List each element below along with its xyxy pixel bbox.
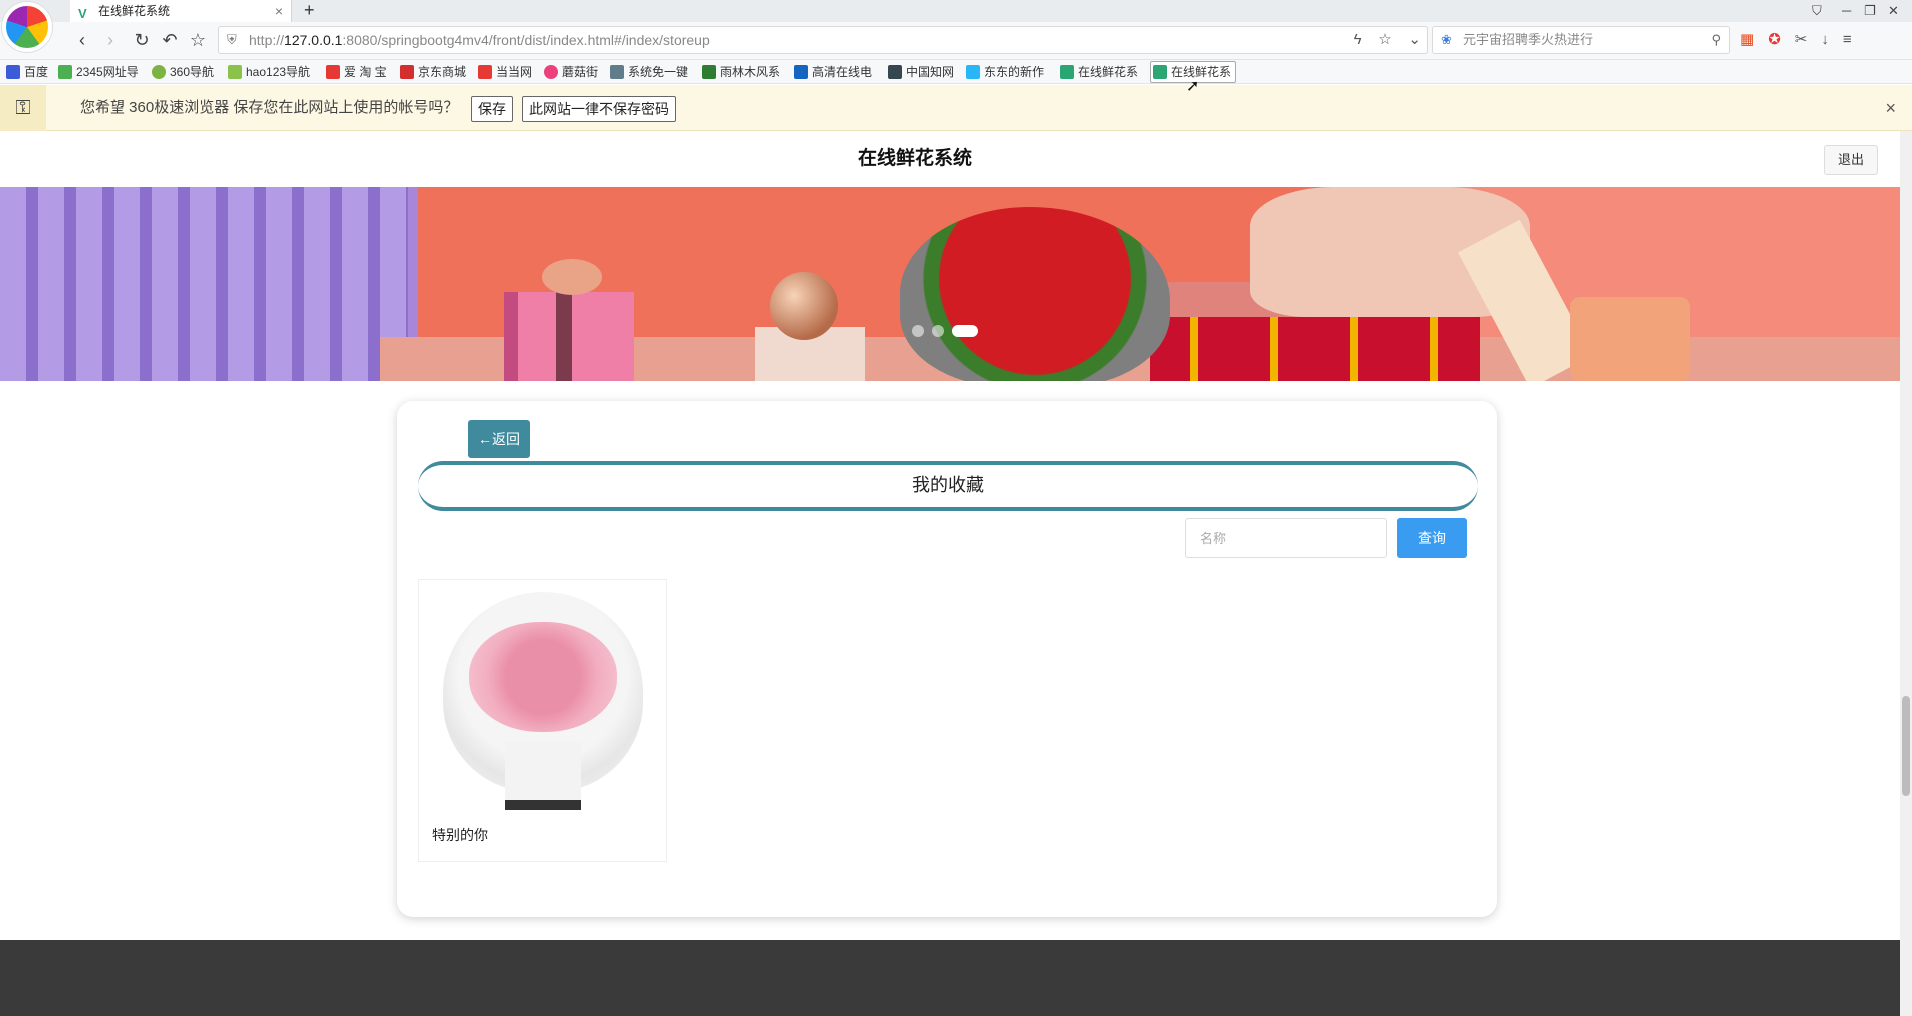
carousel-dot[interactable] (912, 325, 924, 337)
logout-button[interactable]: 退出 (1824, 145, 1878, 175)
url-rest: :8080/springbootg4mv4/front/dist/index.h… (342, 32, 710, 48)
shield-icon: ⛨ (227, 32, 237, 47)
product-name: 特别的你 (432, 827, 488, 843)
download-icon[interactable]: ↓ (1821, 31, 1843, 48)
bookmark-item[interactable]: 中国知网 (888, 60, 954, 84)
banner-curtain (0, 187, 408, 381)
mouse-cursor-icon: ➚ (1186, 78, 1200, 95)
site-icon (228, 65, 242, 79)
address-actions: ϟ ☆ ⌄ (1354, 27, 1421, 53)
bookmark-item[interactable]: 高清在线电 (794, 60, 872, 84)
tab-title: 在线鲜花系统 (98, 4, 171, 18)
bookmark-star-icon[interactable]: ☆ (1378, 31, 1391, 48)
baidu-icon (6, 65, 20, 79)
url-host: 127.0.0.1 (284, 32, 343, 48)
site-header: 在线鲜花系统 退出 (0, 131, 1900, 187)
browser-search-box[interactable]: ❀ 元宇宙招聘季火热进行 ⚲ (1432, 26, 1730, 54)
minimize-icon[interactable]: ─ (1842, 0, 1851, 22)
bookmark-item[interactable]: 百度 (6, 60, 48, 84)
scissors-icon[interactable]: ✂ (1795, 31, 1822, 48)
site-icon (966, 65, 980, 79)
gift-bow-image (542, 259, 602, 295)
carousel-indicators (912, 324, 986, 340)
page-content: 在线鲜花系统 退出 ←返回 我的收藏 查询 特别的你 (0, 131, 1900, 1016)
close-tab-icon[interactable]: × (275, 0, 283, 22)
search-icon[interactable]: ⚲ (1711, 27, 1721, 53)
address-bar[interactable]: ⛨ http://127.0.0.1:8080/springbootg4mv4/… (218, 26, 1428, 54)
browser-toolbar: ‹ › ↻ ↶ ☆ ⛨ http://127.0.0.1:8080/spring… (0, 22, 1912, 60)
bookmark-item[interactable]: 爱 淘 宝 (326, 60, 387, 84)
game-icon[interactable]: ✪ (1768, 31, 1795, 48)
mogujie-icon (544, 65, 558, 79)
shirt-icon[interactable]: ⛉ (1812, 0, 1822, 22)
jd-icon (400, 65, 414, 79)
forward-arrow-icon[interactable]: › (98, 28, 122, 52)
site-title: 在线鲜花系统 (857, 148, 972, 169)
save-password-button[interactable]: 保存 (471, 96, 513, 122)
banner-carousel[interactable] (0, 187, 1900, 381)
undo-icon[interactable]: ↶ (158, 28, 182, 52)
bookmark-item[interactable]: 2345网址导 (58, 60, 139, 84)
reload-icon[interactable]: ↻ (130, 28, 154, 52)
browser-extensions: ▦✪✂↓≡ (1740, 30, 1866, 48)
never-save-button[interactable]: 此网站一律不保存密码 (522, 96, 676, 122)
lightning-icon[interactable]: ϟ (1354, 31, 1362, 48)
site-icon (610, 65, 624, 79)
save-password-message: 您希望 360极速浏览器 保存您在此网站上使用的帐号吗？ (80, 99, 459, 116)
back-button[interactable]: ←返回 (468, 420, 530, 458)
dangdang-icon (478, 65, 492, 79)
apps-grid-icon[interactable]: ▦ (1740, 31, 1768, 48)
key-icon: ⚿ (0, 85, 46, 131)
bookmark-item[interactable]: hao123导航 (228, 60, 310, 84)
bookmark-item[interactable]: 雨林木风系 (702, 60, 780, 84)
site-icon (702, 65, 716, 79)
bookmark-item[interactable]: 京东商城 (400, 60, 466, 84)
vue-icon (1153, 65, 1167, 79)
cnki-icon (888, 65, 902, 79)
scrollbar-thumb[interactable] (1902, 696, 1910, 796)
search-engine-icon: ❀ (1441, 32, 1452, 47)
browser-tab[interactable]: V 在线鲜花系统 × (70, 0, 292, 22)
taobao-icon (326, 65, 340, 79)
video-icon (794, 65, 808, 79)
bookmark-item[interactable]: 系统免一键 (610, 60, 688, 84)
section-title: 我的收藏 (418, 461, 1478, 511)
product-card[interactable]: 特别的你 (418, 579, 667, 862)
close-window-icon[interactable]: ✕ (1888, 0, 1899, 22)
product-image[interactable] (443, 592, 643, 810)
storeup-panel: ←返回 我的收藏 查询 特别的你 (397, 401, 1497, 917)
dropdown-icon[interactable]: ⌄ (1408, 31, 1421, 48)
bookmark-item[interactable]: 在线鲜花系 (1060, 60, 1138, 84)
carousel-dot[interactable] (932, 325, 944, 337)
url-prefix: http:// (249, 32, 285, 48)
menu-icon[interactable]: ≡ (1843, 31, 1866, 48)
browser-tab-bar: V 在线鲜花系统 × + ⛉ ─ ❐ ✕ (0, 0, 1912, 22)
drum-image (1570, 297, 1690, 381)
name-search-input[interactable] (1185, 518, 1387, 558)
favorite-star-icon[interactable]: ☆ (186, 28, 210, 52)
site-icon (58, 65, 72, 79)
query-button[interactable]: 查询 (1397, 518, 1467, 558)
bookmark-item[interactable]: 当当网 (478, 60, 532, 84)
bookmarks-bar: 百度 2345网址导 360导航 hao123导航 爱 淘 宝 京东商城 当当网… (0, 60, 1912, 84)
vue-icon (1060, 65, 1074, 79)
site-footer (0, 940, 1900, 1016)
close-bar-icon[interactable]: × (1885, 85, 1896, 131)
gift-box-image (504, 292, 634, 381)
browser-logo-icon[interactable] (2, 2, 52, 52)
carousel-dot-active[interactable] (952, 325, 978, 337)
search-placeholder: 元宇宙招聘季火热进行 (1463, 32, 1594, 47)
bookmark-item[interactable]: 东东的新作 (966, 60, 1044, 84)
new-tab-button[interactable]: + (304, 0, 315, 20)
restore-icon[interactable]: ❐ (1864, 0, 1876, 22)
rose-bouquet-image (900, 207, 1170, 381)
back-arrow-icon[interactable]: ‹ (70, 28, 94, 52)
page-scrollbar[interactable] (1900, 131, 1912, 1016)
candy-box-image (1150, 317, 1480, 381)
site-icon (152, 65, 166, 79)
bookmark-item[interactable]: 蘑菇街 (544, 60, 598, 84)
bronze-ball-image (770, 272, 838, 340)
bookmark-item[interactable]: 360导航 (152, 60, 214, 84)
save-password-bar: ⚿ 您希望 360极速浏览器 保存您在此网站上使用的帐号吗？ 保存 此网站一律不… (0, 85, 1912, 131)
